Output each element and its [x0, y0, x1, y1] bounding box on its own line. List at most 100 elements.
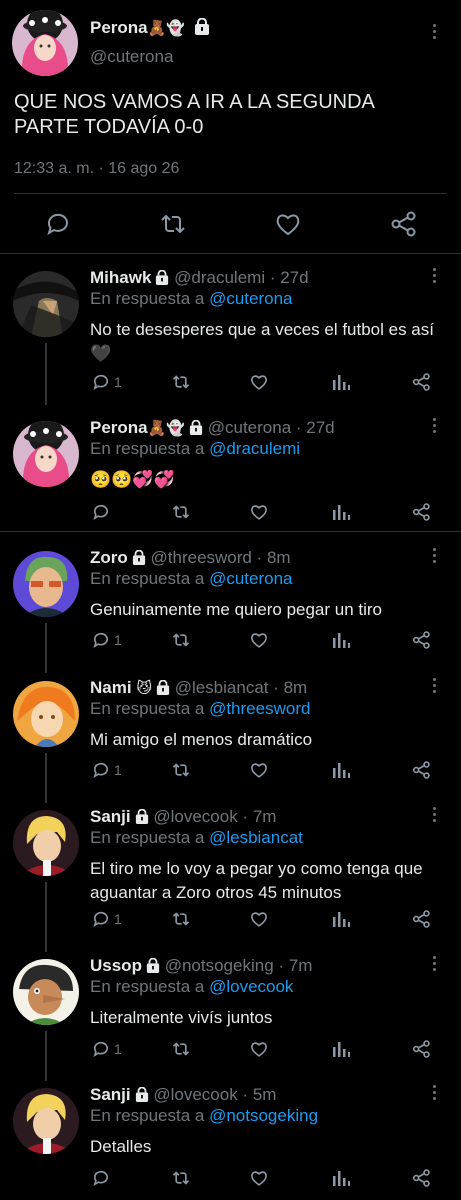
more-options-icon[interactable] — [431, 807, 437, 825]
reply-icon[interactable]: 1 — [90, 1037, 122, 1061]
main-tweet: Perona🧸👻 @cuterona QUE NOS VAMOS A IR A … — [0, 0, 461, 253]
reply-icon[interactable] — [42, 208, 74, 240]
more-options-icon[interactable] — [431, 956, 437, 974]
reply-tweet[interactable]: Perona🧸👻 @cuterona · 27d En respuesta a … — [0, 413, 461, 530]
share-icon[interactable] — [410, 758, 432, 782]
avatar-perona[interactable] — [12, 10, 78, 76]
reply-tweet[interactable]: Sanji @lovecook · 7m En respuesta a @les… — [0, 802, 461, 952]
avatar-sanji[interactable] — [13, 810, 79, 876]
author-handle[interactable]: @draculemi · 27d — [174, 268, 308, 287]
avatar-sanji[interactable] — [13, 1088, 79, 1154]
reply-to-line: En respuesta a @draculemi — [90, 439, 301, 458]
avatar-nami[interactable] — [13, 681, 79, 747]
more-options-icon[interactable] — [431, 1085, 437, 1103]
analytics-icon[interactable] — [330, 758, 352, 782]
share-icon[interactable] — [410, 1166, 432, 1190]
avatar-perona[interactable] — [13, 421, 79, 487]
author-handle[interactable]: @cuterona — [90, 47, 173, 67]
author-name[interactable]: Perona🧸👻 — [90, 18, 210, 38]
reply-icon[interactable] — [90, 1166, 114, 1190]
reply-tweet[interactable]: Ussop @notsogeking · 7m En respuesta a @… — [0, 951, 461, 1081]
author-name[interactable]: Mihawk — [90, 268, 151, 287]
like-icon[interactable] — [272, 208, 304, 240]
author-name[interactable]: Perona — [90, 418, 148, 437]
analytics-icon[interactable] — [330, 628, 352, 652]
like-icon[interactable] — [248, 628, 270, 652]
reply-icon[interactable] — [90, 500, 114, 524]
retweet-icon[interactable] — [170, 500, 192, 524]
reply-actions: 1 — [90, 370, 441, 394]
author-name[interactable]: Sanji — [90, 1085, 131, 1104]
reply-tweet[interactable]: Zoro @threesword · 8m En respuesta a @cu… — [0, 543, 461, 673]
analytics-icon[interactable] — [330, 370, 352, 394]
author-name[interactable]: Ussop — [90, 956, 142, 975]
reply-tweet[interactable]: Sanji @lovecook · 5m En respuesta a @not… — [0, 1080, 461, 1200]
avatar-mihawk[interactable] — [13, 271, 79, 337]
reply-icon[interactable]: 1 — [90, 907, 122, 931]
share-icon[interactable] — [410, 907, 432, 931]
author-handle[interactable]: @lovecook · 7m — [153, 807, 276, 826]
retweet-icon[interactable] — [170, 907, 192, 931]
author-handle[interactable]: @cuterona · 27d — [208, 418, 335, 437]
retweet-icon[interactable] — [170, 628, 192, 652]
more-options-icon[interactable] — [431, 678, 437, 696]
reply-count: 1 — [114, 911, 122, 927]
avatar-ussop[interactable] — [13, 959, 79, 1025]
analytics-icon[interactable] — [330, 907, 352, 931]
author-name[interactable]: Nami — [90, 678, 132, 697]
more-options-icon[interactable] — [431, 24, 437, 42]
thread-line — [45, 1031, 47, 1081]
more-options-icon[interactable] — [431, 418, 437, 436]
author-handle[interactable]: @lesbiancat · 8m — [175, 678, 308, 697]
analytics-icon[interactable] — [330, 500, 352, 524]
reply-icon[interactable]: 1 — [90, 370, 122, 394]
like-icon[interactable] — [248, 1166, 270, 1190]
retweet-icon[interactable] — [170, 758, 192, 782]
mention-link[interactable]: @draculemi — [209, 439, 300, 458]
author-name[interactable]: Zoro — [90, 548, 128, 567]
author-name[interactable]: Sanji — [90, 807, 131, 826]
reply-tweet[interactable]: Nami 😼 @lesbiancat · 8m En respuesta a @… — [0, 673, 461, 803]
reply-icon[interactable]: 1 — [90, 628, 122, 652]
mention-link[interactable]: @cuterona — [209, 569, 292, 588]
reply-text: Genuinamente me quiero pegar un tiro — [90, 600, 383, 619]
retweet-icon[interactable] — [157, 208, 189, 240]
share-icon[interactable] — [410, 500, 432, 524]
share-icon[interactable] — [410, 370, 432, 394]
more-options-icon[interactable] — [431, 548, 437, 566]
like-icon[interactable] — [248, 907, 270, 931]
retweet-icon[interactable] — [170, 1166, 192, 1190]
retweet-icon[interactable] — [170, 1037, 192, 1061]
retweet-icon[interactable] — [170, 370, 192, 394]
mention-link[interactable]: @lovecook — [209, 977, 293, 996]
tweet-timestamp[interactable]: 12:33 a. m. · 16 ago 26 — [14, 160, 179, 178]
reply-header: Zoro @threesword · 8m — [90, 548, 291, 568]
reply-actions: 1 — [90, 1037, 441, 1061]
divider — [0, 253, 461, 254]
analytics-icon[interactable] — [330, 1037, 352, 1061]
like-icon[interactable] — [248, 370, 270, 394]
reply-header: Mihawk @draculemi · 27d — [90, 268, 309, 288]
reply-to-line: En respuesta a @cuterona — [90, 289, 293, 308]
reply-to-line: En respuesta a @notsogeking — [90, 1106, 319, 1125]
reply-text: 🥺🥺💞💞 — [90, 470, 175, 490]
analytics-icon[interactable] — [330, 1166, 352, 1190]
mention-link[interactable]: @threesword — [209, 699, 310, 718]
author-handle[interactable]: @threesword · 8m — [151, 548, 291, 567]
mention-link[interactable]: @lesbiancat — [209, 828, 303, 847]
like-icon[interactable] — [248, 758, 270, 782]
reply-icon[interactable]: 1 — [90, 758, 122, 782]
mention-link[interactable]: @cuterona — [209, 289, 292, 308]
more-options-icon[interactable] — [431, 268, 437, 286]
share-icon[interactable] — [387, 208, 419, 240]
share-icon[interactable] — [410, 628, 432, 652]
reply-tweet[interactable]: Mihawk @draculemi · 27d En respuesta a @… — [0, 263, 461, 405]
mention-link[interactable]: @notsogeking — [209, 1106, 318, 1125]
like-icon[interactable] — [248, 500, 270, 524]
like-icon[interactable] — [248, 1037, 270, 1061]
avatar-zoro[interactable] — [13, 551, 79, 617]
share-icon[interactable] — [410, 1037, 432, 1061]
author-handle[interactable]: @notsogeking · 7m — [165, 956, 313, 975]
reply-text: El tiro me lo voy a pegar yo como tenga … — [90, 859, 423, 902]
author-handle[interactable]: @lovecook · 5m — [153, 1085, 276, 1104]
